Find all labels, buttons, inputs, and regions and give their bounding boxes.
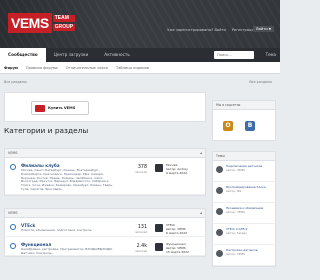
avatar[interactable] xyxy=(155,164,163,172)
tab-downloads[interactable]: Центр загрузки xyxy=(46,48,97,62)
forum-stats: 2.4k записей xyxy=(135,244,147,253)
forum-row: VTEck Новости, обновления, подготовка, к… xyxy=(5,218,205,237)
cart-icon xyxy=(35,104,45,112)
sub-nav: Форум Правила форума Отличительные знаки… xyxy=(0,62,280,74)
search-input[interactable]: Поиск... xyxy=(214,51,254,59)
subnav-item-rules[interactable]: Правила форума xyxy=(26,62,58,73)
header-links: Уже зарегистрированы? Войти Регистрация xyxy=(167,28,256,32)
subforum-list[interactable]: Калибровка, настройка, Программатор, ВХО… xyxy=(21,247,119,256)
list-item[interactable]: Прошивка и обновление Автор: VEMS xyxy=(213,203,275,224)
last-post-date: 9 марта 2022 xyxy=(166,170,188,175)
forum-icon xyxy=(10,243,16,249)
list-item[interactable]: VTEck и GTEck Автор: Sergey xyxy=(213,224,275,245)
odnoklassniki-icon[interactable]: О xyxy=(223,121,233,131)
forum-row: Филиалы клуба Москва, Санкт-Петербург, К… xyxy=(5,158,205,195)
sign-in-link[interactable]: Уже зарегистрированы? Войти xyxy=(167,28,226,32)
avatar xyxy=(216,166,223,173)
logo-sub-text: GROUP xyxy=(52,24,76,31)
avatar[interactable] xyxy=(155,224,163,232)
main-nav: Сообщество Центр загрузки Активность Пои… xyxy=(0,48,280,62)
avatar xyxy=(216,208,223,215)
subnav-item-badges[interactable]: Отличительные знаки xyxy=(66,62,108,73)
site-logo[interactable]: VEMS TEAM GROUP xyxy=(8,13,76,33)
forum-icon xyxy=(10,164,16,170)
avatar xyxy=(216,250,223,257)
page-title: Категории и разделы xyxy=(4,126,89,135)
theme-selector[interactable]: Тема xyxy=(266,48,276,62)
logo-main-text: VEMS xyxy=(8,13,52,33)
avatar xyxy=(216,187,223,194)
list-item[interactable]: Настройки датчиков Автор: VEMS xyxy=(213,245,275,266)
list-item[interactable]: Подключение датчиков Автор: VEMS xyxy=(213,161,275,182)
login-button[interactable]: Войти▼ xyxy=(253,26,274,32)
avatar[interactable] xyxy=(155,243,163,251)
tab-community[interactable]: Сообщество xyxy=(0,48,46,62)
main-content: Купить VEMS Категории и разделы VEMS ▴ Фи… xyxy=(4,92,206,257)
chevron-down-icon: ▼ xyxy=(268,27,271,31)
category-block: VEMS ▴ VTEck Новости, обновления, подгото… xyxy=(4,208,206,257)
tab-activity[interactable]: Активность xyxy=(96,48,138,62)
forum-stats: 378 записей xyxy=(135,165,147,174)
forum-icon xyxy=(10,224,16,230)
collapse-icon[interactable]: ▴ xyxy=(200,149,202,157)
category-header[interactable]: VEMS ▴ xyxy=(5,149,205,158)
buy-button[interactable]: Купить VEMS xyxy=(31,101,89,115)
subforum-list[interactable]: Новости, обновления, подготовка, контрол… xyxy=(21,228,119,233)
sidebar: Мы в соцсетях О В Темы Подключение датчи… xyxy=(212,100,276,277)
breadcrumb: Все разделы Все разделы xyxy=(4,78,272,86)
last-post-date: 15 марта 2022 xyxy=(166,249,189,254)
forum-stats: 131 записей xyxy=(135,225,147,234)
widget-title: Темы xyxy=(213,152,275,161)
category-block: VEMS ▴ Филиалы клуба Москва, Санкт-Петерб… xyxy=(4,148,206,196)
breadcrumb-item[interactable]: Все разделы xyxy=(4,80,27,84)
logo-sub-text: TEAM xyxy=(52,15,76,22)
avatar xyxy=(216,229,223,236)
widget-title: Мы в соцсетях xyxy=(213,101,275,110)
list-item[interactable]: Программирование блока Автор: Nik xyxy=(213,182,275,203)
social-widget: Мы в соцсетях О В xyxy=(212,100,276,141)
subnav-item-leaders[interactable]: Таблица лидеров xyxy=(116,62,149,73)
last-post-date: 6 марта 2022 xyxy=(166,230,188,235)
subnav-item-forum[interactable]: Форум xyxy=(4,62,18,73)
vk-icon[interactable]: В xyxy=(245,121,255,131)
breadcrumb-item[interactable]: Все разделы xyxy=(249,78,272,86)
subforum-list[interactable]: Москва, Санкт-Петербург, Казань, Екатери… xyxy=(21,168,119,192)
topics-widget: Темы Подключение датчиков Автор: VEMS Про… xyxy=(212,151,276,267)
collapse-icon[interactable]: ▴ xyxy=(200,209,202,217)
category-header[interactable]: VEMS ▴ xyxy=(5,209,205,218)
buy-banner: Купить VEMS xyxy=(4,92,206,122)
forum-row: Функционал Калибровка, настройка, Програ… xyxy=(5,237,205,256)
site-header: VEMS TEAM GROUP Уже зарегистрированы? Во… xyxy=(0,0,280,48)
